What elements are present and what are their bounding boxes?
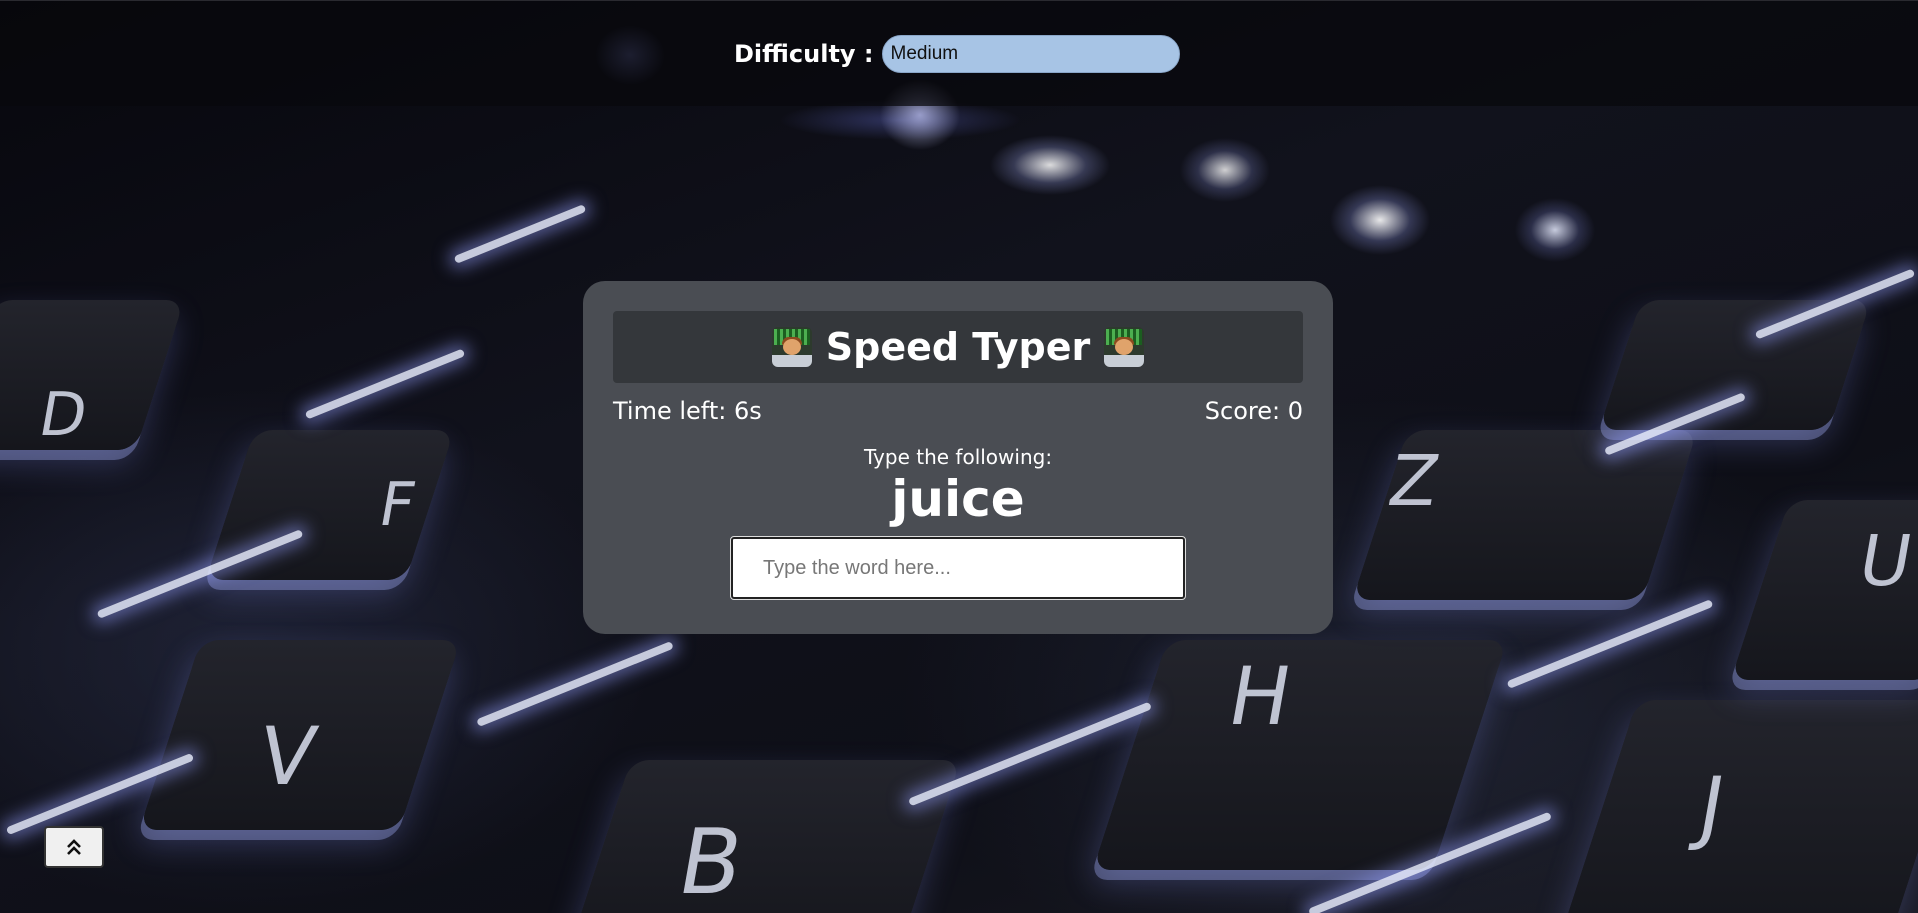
typing-prompt: Type the following:	[863, 445, 1053, 469]
stats-row: Time left: 6s Score: 0	[613, 397, 1303, 425]
time-left: Time left: 6s	[613, 397, 762, 425]
scroll-to-top-button[interactable]	[44, 826, 104, 868]
background-key	[1562, 700, 1918, 913]
background-key	[569, 760, 961, 913]
difficulty-select[interactable]: Medium	[881, 35, 1180, 73]
difficulty-control: Difficulty : Medium	[734, 35, 1180, 73]
backlight-glow	[453, 204, 587, 264]
background-key	[0, 300, 185, 450]
backlight-glow	[907, 701, 1153, 807]
technologist-emoji-icon	[771, 327, 812, 367]
background-key	[1598, 300, 1872, 430]
settings-bar: Difficulty : Medium	[0, 0, 1918, 106]
title-bar: Speed Typer	[613, 311, 1303, 383]
technologist-emoji-icon	[1104, 327, 1145, 367]
game-title: Speed Typer	[825, 325, 1091, 369]
double-chevron-up-icon	[67, 839, 81, 855]
backlight-glow	[304, 348, 466, 420]
score: Score: 0	[1204, 397, 1303, 425]
target-word: juice	[891, 470, 1025, 528]
background-key	[1092, 640, 1508, 870]
input-container	[613, 536, 1303, 600]
word-input[interactable]	[730, 536, 1186, 600]
difficulty-selected-value: Medium	[890, 43, 959, 64]
difficulty-label: Difficulty :	[734, 40, 874, 68]
backlight-glow	[476, 640, 674, 728]
backlight-glow	[1506, 599, 1714, 689]
game-card: Speed Typer Time left: 6s Score: 0 Type …	[583, 281, 1333, 634]
